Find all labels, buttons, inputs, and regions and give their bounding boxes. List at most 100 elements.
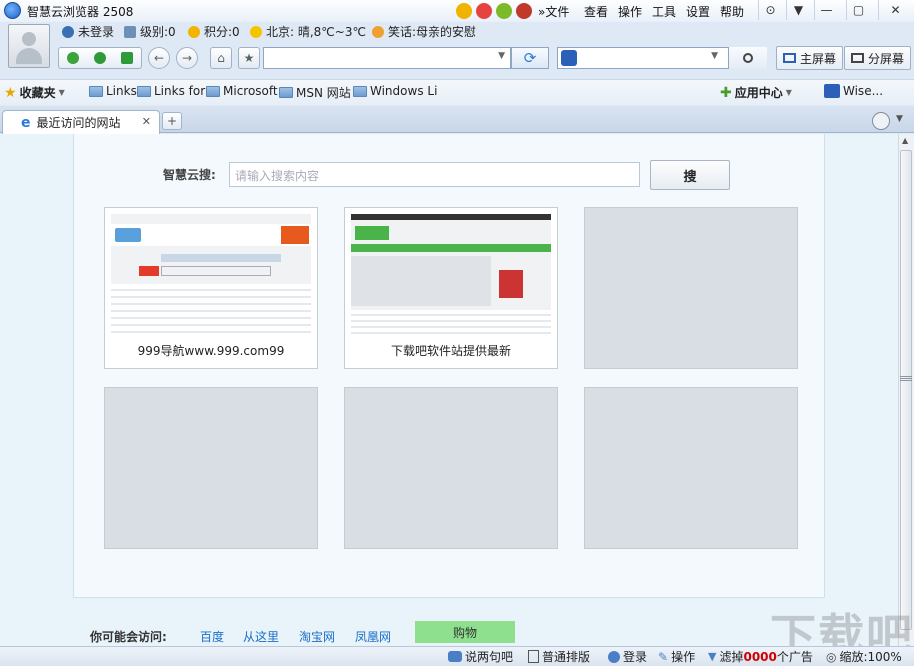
address-input[interactable]	[268, 49, 488, 67]
address-dropdown-icon[interactable]: ▼	[498, 51, 505, 61]
filter-prefix: 滤掉	[719, 650, 744, 664]
wise-icon	[824, 84, 840, 98]
close-button[interactable]: ✕	[878, 0, 912, 20]
search-engine-icon[interactable]	[561, 50, 577, 66]
app-center-button[interactable]: ✚ 应用中心 ▼	[720, 84, 792, 101]
bookmark-links-for[interactable]: Links for	[137, 84, 205, 98]
bookmark-label: Windows Li	[370, 84, 438, 98]
suggestion-link[interactable]: 淘宝网	[299, 628, 335, 645]
user-icon	[608, 650, 620, 663]
joke-label: 笑话:母亲的安慰	[388, 25, 477, 39]
layout-button[interactable]: 普通排版	[528, 648, 590, 665]
user-points: 积分:0	[188, 23, 240, 40]
main-screen-button[interactable]: 主屏幕	[776, 46, 844, 70]
history-clock-icon[interactable]	[872, 112, 890, 130]
main-screen-label: 主屏幕	[800, 51, 837, 66]
weather[interactable]: 北京: 晴,8℃~3℃	[250, 23, 366, 40]
site-tile[interactable]: 下载吧软件站提供最新	[344, 207, 558, 369]
puzzle-icon: ✚	[720, 84, 732, 101]
suggestion-link[interactable]: 百度	[200, 628, 224, 645]
menu-settings[interactable]: 设置	[686, 3, 710, 20]
bookmark-microsoft[interactable]: Microsoft	[206, 84, 278, 98]
menu-tools[interactable]: 工具	[652, 3, 676, 20]
favorites-label: 收藏夹	[19, 86, 56, 100]
weather-label: 北京: 晴,8℃~3℃	[266, 25, 366, 39]
split-screen-button[interactable]: 分屏幕	[844, 46, 912, 70]
empty-tile[interactable]	[584, 207, 798, 369]
speech-bubble-icon	[448, 651, 462, 662]
cloud-search-button[interactable]: 搜	[650, 160, 730, 190]
smiley-icon	[372, 25, 384, 38]
folder-icon	[353, 85, 367, 97]
empty-tile[interactable]	[104, 387, 318, 549]
minimize-button[interactable]: —	[814, 0, 838, 20]
suggestion-link[interactable]: 凤凰网	[355, 628, 391, 645]
search-dropdown-icon[interactable]: ▼	[711, 51, 718, 61]
scroll-thumb[interactable]	[900, 150, 912, 630]
cloud-icon[interactable]	[66, 52, 79, 64]
suggestion-link[interactable]: 从这里	[243, 628, 279, 645]
scroll-up-icon[interactable]: ▲	[902, 136, 908, 145]
folder-icon	[137, 85, 151, 97]
zoom-label: 缩放:100%	[839, 650, 902, 664]
login-status-label: 登录	[623, 650, 648, 664]
android-icon[interactable]	[496, 3, 512, 19]
menu-help[interactable]: 帮助	[720, 3, 744, 20]
split-screen-label: 分屏幕	[868, 51, 905, 66]
bookmark-windows[interactable]: Windows Li	[353, 84, 437, 98]
menu-file[interactable]: »文件	[538, 3, 569, 20]
new-tab-button[interactable]: +	[162, 112, 182, 130]
search-engine-input[interactable]	[582, 50, 712, 66]
maximize-button[interactable]: ▢	[846, 0, 870, 20]
umbrella-icon[interactable]	[456, 3, 472, 19]
menu-view[interactable]: 查看	[584, 3, 608, 20]
ops-button[interactable]: ✎ 操作	[658, 648, 695, 665]
back-button[interactable]: ←	[148, 47, 170, 69]
bookmark-links[interactable]: Links	[89, 84, 137, 98]
search-button[interactable]	[728, 47, 767, 69]
zoom-control[interactable]: ◎ 缩放:100%	[826, 648, 902, 665]
forward-button[interactable]: →	[176, 47, 198, 69]
home-button[interactable]: ⌂	[210, 47, 232, 69]
tab-label: 最近访问的网站	[36, 116, 121, 130]
chat-label: 说两句吧	[465, 650, 514, 664]
bookmark-label: MSN 网站	[296, 86, 351, 100]
favorite-star-icon[interactable]: ★	[238, 47, 260, 69]
chat-button[interactable]: 说两句吧	[448, 648, 513, 665]
star-icon: ★	[4, 84, 17, 101]
level-icon	[124, 25, 136, 38]
user-login[interactable]: 未登录	[62, 23, 114, 40]
app-center-label: 应用中心	[734, 86, 783, 100]
tab-list-chevron-icon[interactable]: ▼	[896, 114, 903, 124]
wise-button[interactable]: Wise...	[824, 84, 883, 98]
wise-label: Wise...	[843, 84, 884, 98]
skin-icon[interactable]: ▼	[786, 0, 810, 20]
chat-icon[interactable]	[121, 52, 134, 64]
weibo-icon[interactable]	[476, 3, 492, 19]
window-title: 智慧云浏览器 2508	[27, 5, 134, 19]
login-button[interactable]: 登录	[608, 648, 647, 665]
cloud-search-input[interactable]: 请输入搜索内容	[229, 162, 640, 187]
login-label: 未登录	[78, 25, 115, 39]
avatar[interactable]	[8, 24, 50, 68]
favorites-menu[interactable]: ★ 收藏夹 ▼	[4, 84, 65, 101]
coin-icon	[188, 25, 200, 38]
joke[interactable]: 笑话:母亲的安慰	[372, 23, 476, 40]
refresh-button[interactable]: ⟳	[511, 47, 549, 69]
suggestion-shopping[interactable]: 购物	[415, 621, 515, 643]
menu-action[interactable]: 操作	[618, 3, 642, 20]
download-icon[interactable]: ⊙	[758, 0, 782, 20]
empty-tile[interactable]	[344, 387, 558, 549]
tab-recent-sites[interactable]: e 最近访问的网站 ✕	[2, 110, 160, 134]
media-icon[interactable]	[516, 3, 532, 19]
bookmark-msn[interactable]: MSN 网站	[279, 84, 351, 101]
empty-tile[interactable]	[584, 387, 798, 549]
folder-icon	[279, 87, 293, 98]
address-bar[interactable]: ▼	[263, 47, 511, 69]
tile-caption: 下载吧软件站提供最新	[390, 344, 511, 358]
close-tab-icon[interactable]: ✕	[142, 115, 151, 128]
browser-logo-icon	[4, 2, 21, 19]
compass-icon[interactable]	[93, 52, 106, 64]
site-tile[interactable]: 999导航www.999.com99	[104, 207, 318, 369]
ad-filter[interactable]: ▼ 滤掉 0000 个广告	[708, 648, 813, 665]
